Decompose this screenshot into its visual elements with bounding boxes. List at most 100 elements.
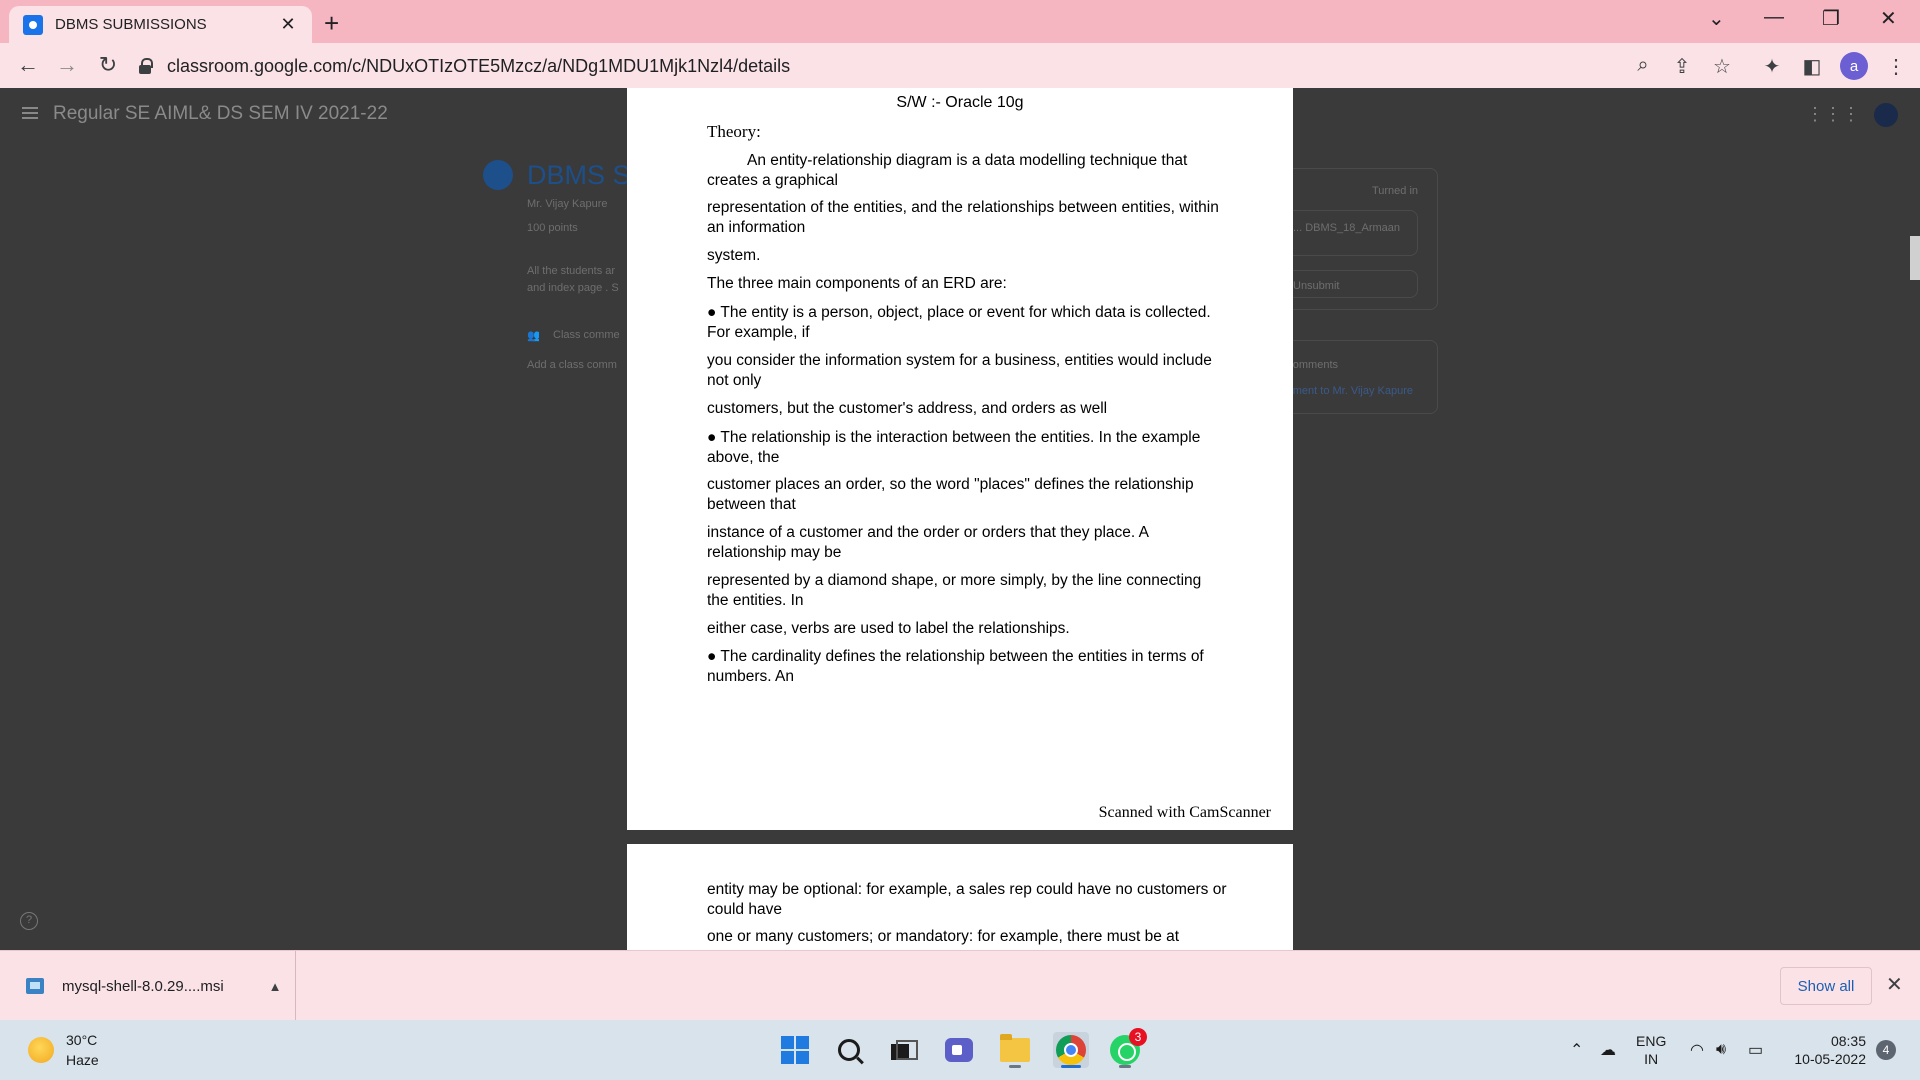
doc-paragraph: instance of a customer and the order or … [707,524,1149,561]
download-item[interactable]: mysql-shell-8.0.29....msi ▲ [0,951,296,1021]
description-line-1: All the students ar [527,265,616,277]
doc-paragraph: The three main components of an ERD are: [707,275,1007,292]
doc-paragraph: An entity-relationship diagram is a data… [707,152,1188,189]
profile-avatar[interactable]: a [1840,52,1868,80]
doc-paragraph: you consider the information system for … [707,352,1212,389]
running-indicator [1061,1065,1081,1068]
turned-in-status: Turned in [1371,185,1418,197]
reload-icon[interactable]: ↻ [94,52,122,78]
url-text[interactable]: classroom.google.com/c/NDUxOTIzOTE5Mzcz/… [167,56,790,77]
wifi-icon[interactable]: ◠ [1690,1020,1704,1080]
doc-paragraph: customers, but the customer's address, a… [707,400,1108,417]
google-apps-icon[interactable]: ⋮⋮⋮ [1806,104,1860,125]
private-comments-label: Private comments [1293,359,1338,371]
share-icon[interactable]: ⇪ [1670,54,1694,79]
doc-paragraph: ● The relationship is the interaction be… [707,429,1201,466]
teams-chat-button[interactable] [941,1032,977,1068]
chrome-taskbar-button[interactable] [1053,1032,1089,1068]
description-line-2: and index page . S [527,282,619,294]
doc-paragraph: representation of the entities, and the … [707,199,1219,236]
running-indicator [1119,1065,1131,1068]
tab-strip: DBMS SUBMISSIONS ✕ + ⌄ — ❐ ✕ [0,0,1920,43]
whatsapp-badge: 3 [1129,1028,1147,1046]
doc-paragraph: ● The entity is a person, object, place … [707,304,1211,341]
weather-temperature[interactable]: 30°C [66,1032,97,1048]
theory-heading: Theory: [707,122,761,141]
browser-toolbar: ← → ↻ classroom.google.com/c/NDUxOTIzOTE… [0,43,1920,88]
battery-icon[interactable]: ▭ [1748,1020,1763,1080]
hamburger-menu-icon[interactable] [22,107,38,119]
back-arrow-icon[interactable]: ← [14,52,42,78]
lock-icon[interactable] [138,58,153,74]
task-view-button[interactable] [885,1032,921,1068]
search-icon [838,1039,860,1061]
tab-close-icon[interactable]: ✕ [278,14,298,35]
browser-tab[interactable]: DBMS SUBMISSIONS ✕ [9,6,312,43]
clock-time: 08:35 [1830,1033,1866,1049]
extensions-puzzle-icon[interactable]: ✦ [1760,54,1784,79]
software-line: S/W :- Oracle 10g [896,94,1024,111]
unsubmit-label: Unsubmit [1293,280,1340,292]
zoom-icon[interactable]: ⌕ [1631,54,1655,77]
restore-icon[interactable]: ❐ [1822,6,1840,31]
help-icon[interactable]: ? [20,912,38,930]
show-all-button[interactable]: Show all [1780,967,1872,1005]
search-button[interactable] [831,1032,867,1068]
points-label: 100 points [527,222,578,234]
add-private-comment-link[interactable]: Add comment to Mr. Vijay Kapure [1293,385,1413,397]
start-button[interactable] [777,1032,813,1068]
whatsapp-button[interactable]: 3 [1107,1028,1147,1068]
chrome-icon [1056,1035,1086,1065]
downloads-bar: mysql-shell-8.0.29....msi ▲ Show all ✕ [0,950,1920,1021]
doc-paragraph: represented by a diamond shape, or more … [707,572,1202,609]
volume-icon[interactable]: 🔊︎ [1716,1020,1726,1080]
doc-paragraph: ● The cardinality defines the relationsh… [707,648,1204,685]
clock-date: 10-05-2022 [1794,1051,1866,1067]
camscanner-watermark: Scanned with CamScanner [1098,804,1271,821]
scrollbar-thumb[interactable] [1910,236,1920,280]
class-comments-label: Class comme [553,329,620,341]
file-explorer-icon [1000,1034,1030,1062]
assignment-title: DBMS SUBMISSIONS [527,160,627,190]
tab-search-chevron-icon[interactable]: ⌄ [1708,6,1725,31]
input-language[interactable]: ENG IN [1636,1032,1666,1068]
weather-description[interactable]: Haze [66,1052,99,1068]
windows-logo-icon [781,1036,809,1064]
document-page-1: S/W :- Oracle 10g Theory: An entity-rela… [627,88,1293,830]
chrome-menu-icon[interactable]: ⋮ [1884,54,1908,79]
address-bar[interactable]: classroom.google.com/c/NDUxOTIzOTE5Mzcz/… [138,48,1648,84]
doc-paragraph: customer places an order, so the word "p… [707,476,1194,513]
close-downloads-icon[interactable]: ✕ [1886,972,1903,997]
teams-chat-icon [945,1038,973,1062]
show-hidden-icons-chevron-icon[interactable]: ⌃ [1570,1020,1583,1080]
system-clock[interactable]: 08:35 10-05-2022 [1786,1032,1866,1068]
download-file-name[interactable]: mysql-shell-8.0.29....msi [62,978,255,995]
teacher-name: Mr. Vijay Kapure [527,198,608,210]
doc-paragraph: entity may be optional: for example, a s… [707,881,1227,918]
language-code: ENG [1636,1033,1667,1049]
classroom-favicon-icon [23,14,43,35]
onedrive-cloud-icon[interactable]: ☁ [1600,1020,1616,1080]
new-tab-button[interactable]: + [324,8,339,39]
close-window-icon[interactable]: ✕ [1880,6,1897,31]
doc-paragraph: either case, verbs are used to label the… [707,620,1070,637]
course-title[interactable]: Regular SE AIML& DS SEM IV 2021-22 [53,103,388,125]
side-panel-icon[interactable]: ◧ [1800,54,1824,79]
weather-haze-icon[interactable] [28,1037,54,1063]
minimize-icon[interactable]: — [1764,6,1784,29]
installer-file-icon [26,978,44,994]
file-explorer-button[interactable] [997,1032,1033,1068]
notification-center-badge[interactable]: 4 [1876,1040,1896,1060]
doc-paragraph: system. [707,247,761,264]
language-region: IN [1644,1051,1659,1067]
account-avatar[interactable] [1874,103,1898,127]
forward-arrow-icon[interactable]: → [53,52,81,78]
attachment-name[interactable]: DBMS_18_Armaan ... [1293,222,1413,234]
tab-title: DBMS SUBMISSIONS [55,16,207,33]
chevron-up-icon[interactable]: ▲ [255,979,295,994]
windows-taskbar: 30°C Haze 3 ⌃ ☁ ENG IN ◠ 🔊︎ ▭ 08:35 10-0… [0,1020,1920,1080]
task-view-icon [891,1040,918,1060]
add-class-comment-link[interactable]: Add a class comm [527,359,627,371]
running-indicator [1009,1065,1021,1068]
bookmark-star-icon[interactable]: ☆ [1710,54,1734,79]
